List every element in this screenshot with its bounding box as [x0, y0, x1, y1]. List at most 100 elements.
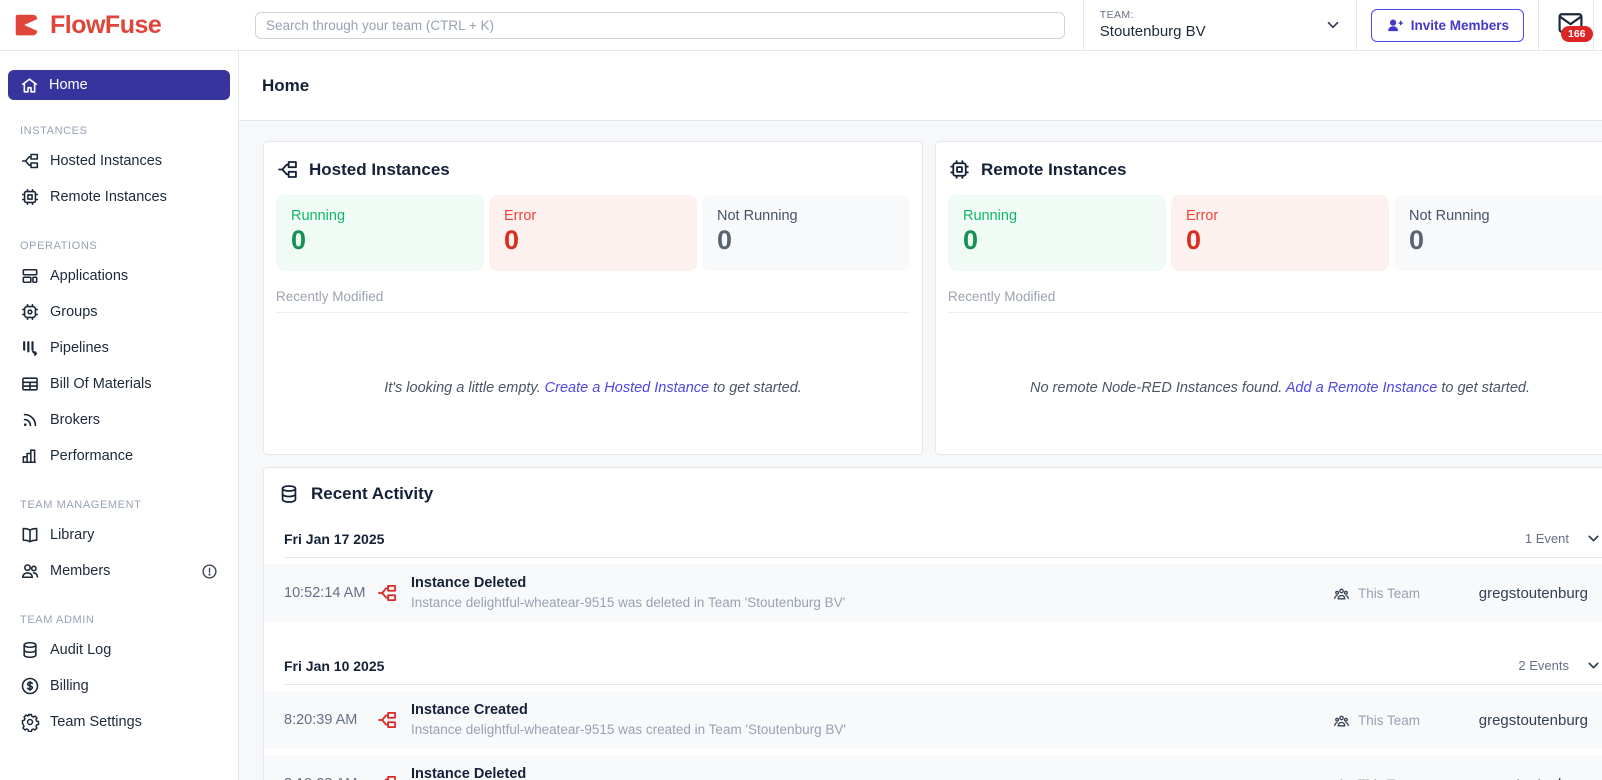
stat-label: Not Running: [1409, 208, 1490, 224]
sidebar-item-label: Library: [50, 527, 95, 543]
stat-tile-running: Running 0: [276, 195, 484, 271]
activity-row: 10:52:14 AM Instance Deleted Instance de…: [264, 564, 1602, 622]
sidebar: Home INSTANCES Hosted Instances Remote I…: [0, 51, 239, 780]
sidebar-item-label: Pipelines: [50, 340, 109, 356]
hosted-instance-icon: [376, 709, 398, 731]
sidebar-item-hosted-instances[interactable]: Hosted Instances: [0, 143, 238, 179]
sidebar-item-label: Performance: [50, 448, 134, 464]
dollar-circle-icon: [20, 676, 40, 696]
stat-value: 0: [717, 225, 733, 255]
stat-value: 0: [963, 225, 979, 255]
event-scope: This Team: [1358, 777, 1420, 780]
empty-text: to get started.: [709, 380, 802, 396]
activity-group: Fri Jan 10 2025 2 Events 8:20:39 AM Inst…: [264, 644, 1602, 780]
hosted-instances-card: Hosted Instances Running 0 Error 0 Not R…: [263, 141, 923, 455]
stat-label: Running: [291, 208, 346, 224]
event-time: 8:20:39 AM: [284, 712, 358, 728]
pipelines-icon: [20, 338, 40, 358]
team-icon: [1333, 776, 1350, 780]
sidebar-item-label: Hosted Instances: [50, 153, 163, 169]
broker-icon: [20, 410, 40, 430]
hosted-empty-state: It's looking a little empty. Create a Ho…: [264, 313, 922, 463]
team-selector[interactable]: TEAM: Stoutenburg BV: [1084, 9, 1356, 40]
remote-instances-card: Remote Instances Running 0 Error 0 Not R…: [935, 141, 1602, 455]
sidebar-item-home[interactable]: Home: [8, 70, 230, 100]
sidebar-item-pipelines[interactable]: Pipelines: [0, 330, 238, 366]
chevron-down-icon[interactable]: [1585, 657, 1602, 674]
sidebar-item-billing[interactable]: Billing: [0, 668, 238, 704]
stat-value: 0: [504, 225, 520, 255]
groups-icon: [20, 302, 40, 322]
team-name: Stoutenburg BV: [1099, 23, 1206, 41]
notifications-button[interactable]: 166: [1539, 0, 1593, 51]
sidebar-item-applications[interactable]: Applications: [0, 258, 238, 294]
activity-row: 8:19:28 AM Instance Deleted Instance det…: [264, 755, 1602, 780]
team-label: TEAM:: [1099, 9, 1134, 22]
sidebar-item-library[interactable]: Library: [0, 517, 238, 553]
event-time: 10:52:14 AM: [284, 585, 366, 601]
chip-icon: [948, 158, 971, 181]
sidebar-item-label: Applications: [50, 268, 129, 284]
user-plus-icon: [1386, 17, 1403, 34]
sidebar-item-groups[interactable]: Groups: [0, 294, 238, 330]
database-icon: [20, 640, 40, 660]
add-remote-instance-link[interactable]: Add a Remote Instance: [1286, 380, 1438, 396]
sidebar-item-label: Billing: [50, 678, 89, 694]
main-content: Home Hosted Instances Running 0 Error 0 …: [239, 51, 1602, 780]
divider: [284, 557, 1602, 558]
activity-event-count: 2 Events: [1518, 658, 1569, 673]
create-hosted-instance-link[interactable]: Create a Hosted Instance: [545, 380, 709, 396]
activity-row: 8:20:39 AM Instance Created Instance del…: [264, 691, 1602, 749]
recently-modified-label: Recently Modified: [276, 289, 910, 313]
sidebar-item-team-settings[interactable]: Team Settings: [0, 704, 238, 740]
event-title: Instance Created: [411, 702, 528, 718]
sidebar-item-label: Home: [49, 77, 88, 93]
activity-date: Fri Jan 10 2025: [284, 657, 385, 674]
brand[interactable]: FlowFuse: [0, 10, 239, 40]
stat-tile-error: Error 0: [489, 195, 697, 271]
sidebar-item-label: Team Settings: [50, 714, 142, 730]
team-icon: [1333, 712, 1350, 729]
header-divider: [1593, 0, 1594, 51]
event-scope: This Team: [1357, 585, 1420, 601]
event-user: gregstoutenburg: [1478, 711, 1588, 729]
stat-tile-not-running: Not Running 0: [1394, 195, 1602, 271]
event-user: gregstoutenburg: [1420, 776, 1588, 780]
invite-members-label: Invite Members: [1410, 17, 1509, 33]
chevron-down-icon[interactable]: [1585, 530, 1602, 547]
stat-value: 0: [1186, 225, 1202, 255]
sidebar-item-audit-log[interactable]: Audit Log: [0, 632, 238, 668]
sidebar-item-label: Members: [50, 563, 111, 579]
app-header: FlowFuse TEAM: Stoutenburg BV Invite Mem…: [0, 0, 1602, 51]
search-input[interactable]: [255, 11, 1065, 39]
sidebar-item-label: Brokers: [50, 412, 100, 428]
activity-title: Recent Activity: [311, 484, 434, 503]
brand-name: FlowFuse: [50, 10, 162, 39]
hosted-instance-icon: [276, 158, 299, 181]
event-user: gregstoutenburg: [1478, 584, 1588, 602]
stat-label: Running: [963, 208, 1018, 224]
applications-icon: [20, 266, 40, 286]
sidebar-item-label: Audit Log: [50, 642, 112, 658]
home-icon: [20, 76, 39, 95]
invite-members-button[interactable]: Invite Members: [1370, 8, 1524, 42]
sidebar-item-bill-of-materials[interactable]: Bill Of Materials: [0, 366, 238, 402]
members-icon: [20, 561, 40, 581]
sidebar-item-members[interactable]: Members: [0, 553, 238, 589]
recently-modified-label: Recently Modified: [948, 289, 1602, 313]
flowfuse-logo-icon: [12, 10, 42, 40]
sidebar-item-performance[interactable]: Performance: [0, 438, 238, 474]
stat-value: 0: [291, 225, 307, 255]
search-wrap: [255, 11, 1065, 39]
table-icon: [20, 374, 40, 394]
sidebar-section-team-admin: TEAM ADMIN: [20, 614, 95, 626]
chevron-down-icon[interactable]: [1324, 16, 1342, 34]
chip-icon: [20, 187, 40, 207]
remote-empty-state: No remote Node-RED Instances found. Add …: [936, 313, 1602, 463]
database-icon: [278, 483, 300, 505]
divider: [284, 684, 1602, 685]
sidebar-item-remote-instances[interactable]: Remote Instances: [0, 179, 238, 215]
sidebar-item-brokers[interactable]: Brokers: [0, 402, 238, 438]
recent-activity-card: Recent Activity Fri Jan 17 2025 1 Event …: [263, 467, 1602, 780]
event-time: 8:19:28 AM: [284, 776, 372, 780]
